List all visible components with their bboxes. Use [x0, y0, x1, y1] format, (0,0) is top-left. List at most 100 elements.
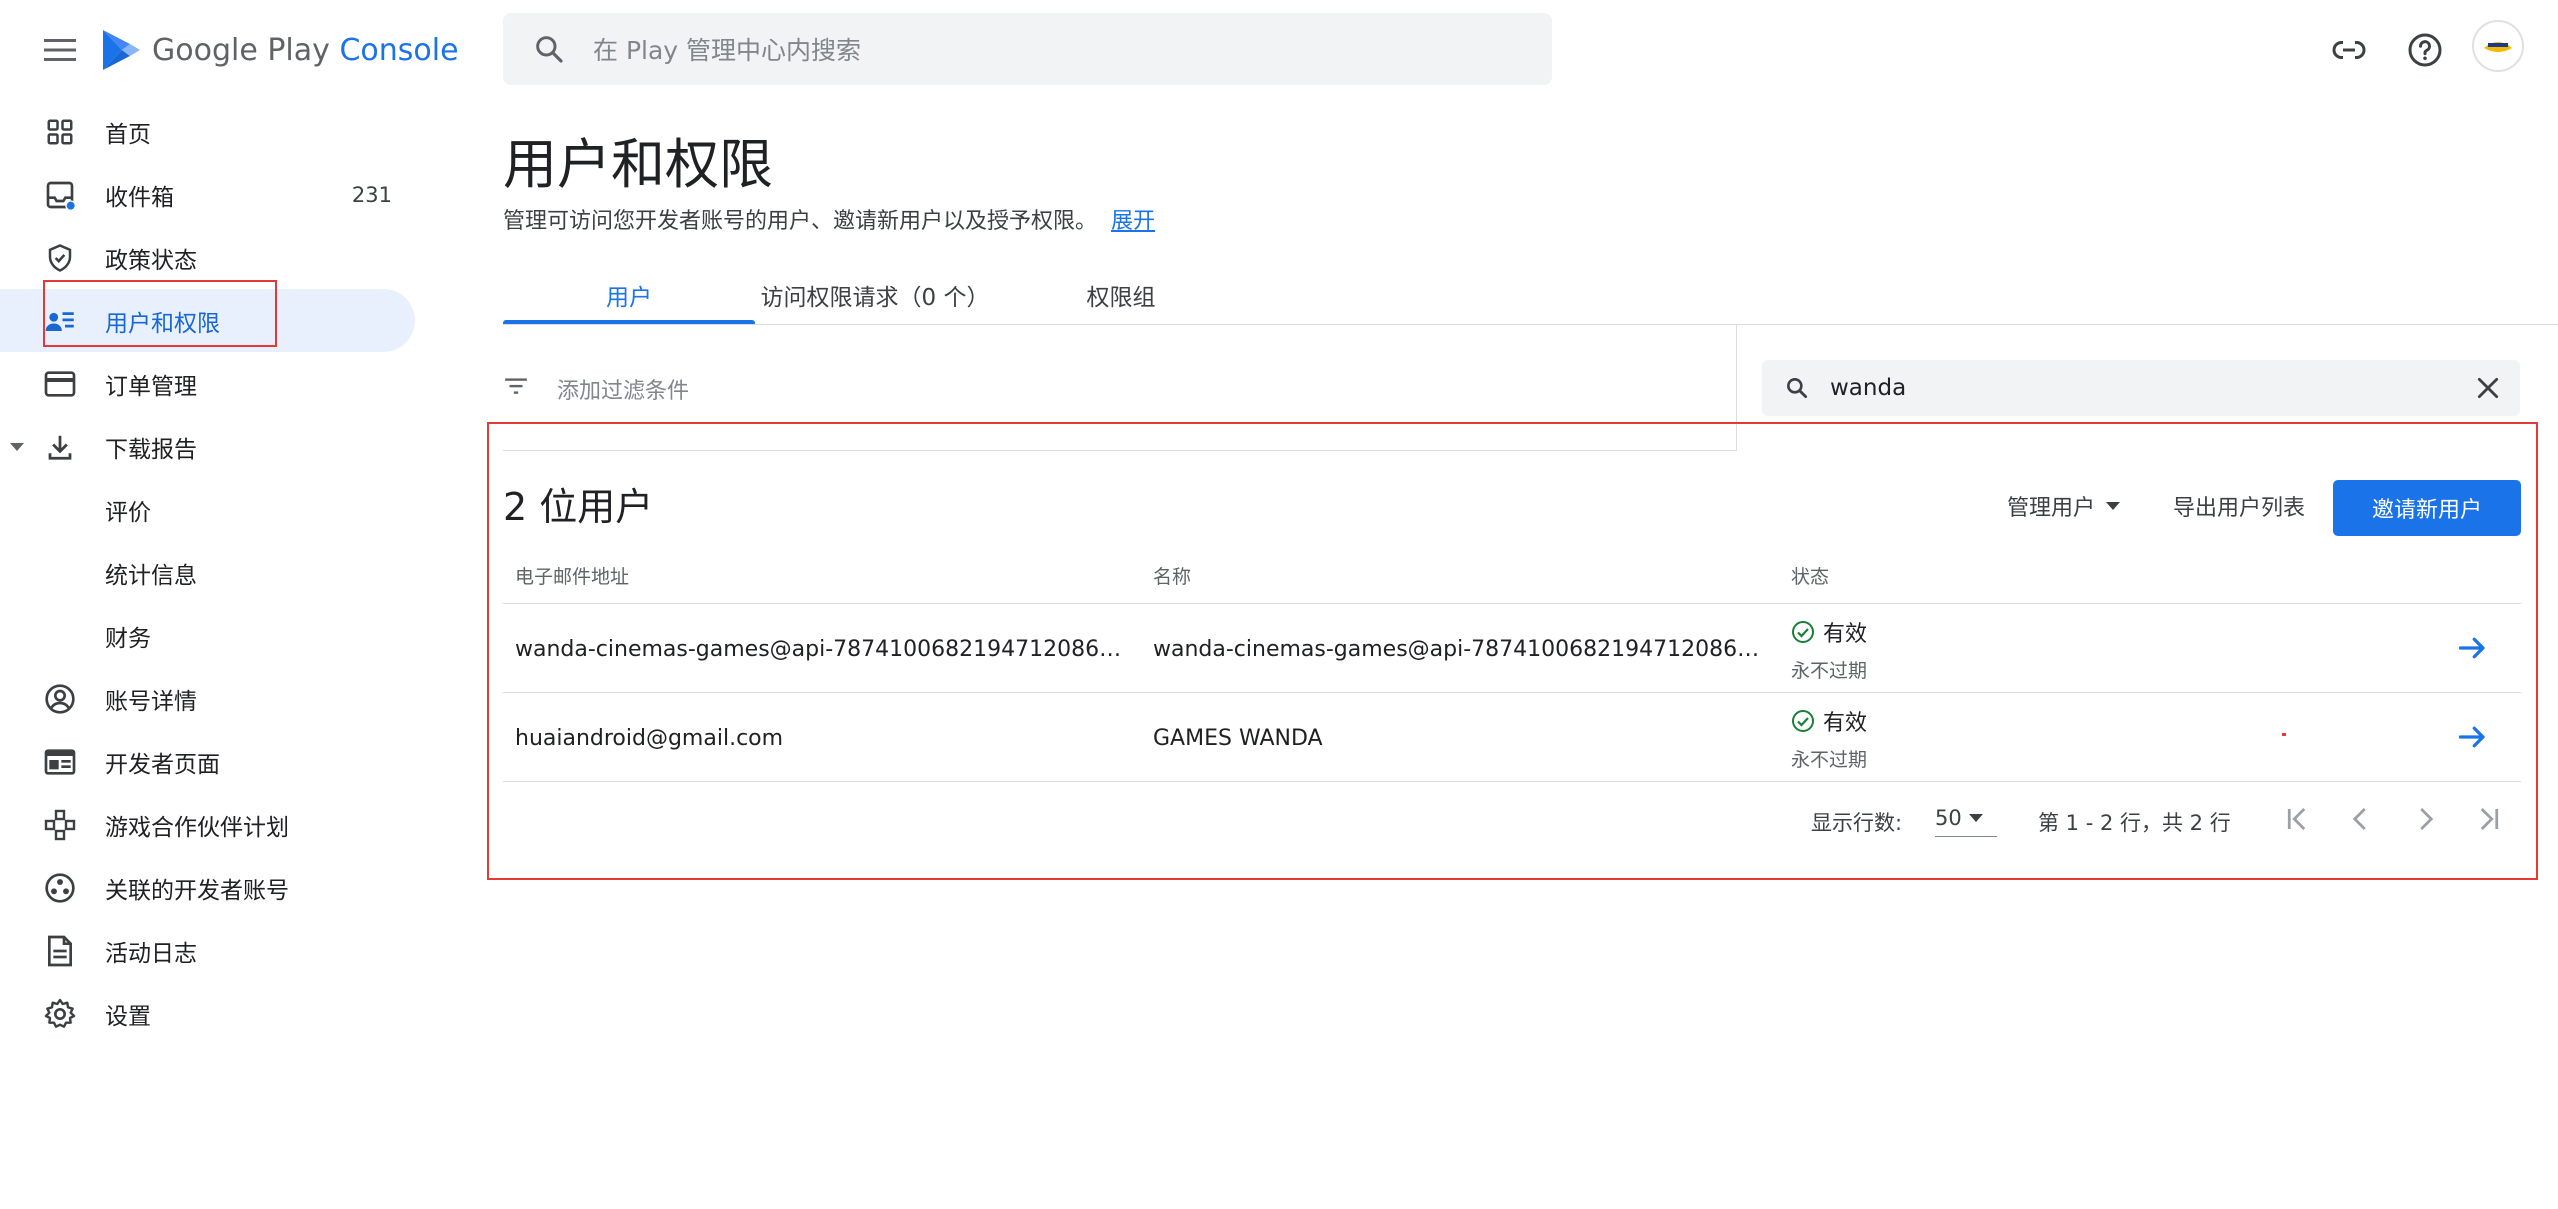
rows-per-page-label: 显示行数: — [1811, 811, 1903, 835]
table-search-field[interactable]: wanda — [1762, 360, 2520, 416]
google-play-console-logo[interactable]: Google Play Console — [100, 22, 459, 78]
help-circle-icon — [2408, 33, 2442, 67]
account-logo-icon — [2480, 28, 2516, 64]
sidebar-item-developer-page[interactable]: 开发者页面 — [0, 730, 420, 793]
logo-text-prefix: Google Play — [152, 32, 330, 68]
sidebar-item-game-partner-program[interactable]: 游戏合作伙伴计划 — [0, 793, 420, 856]
sidebar-item-label: 账号详情 — [105, 688, 197, 715]
manage-users-label: 管理用户 — [2007, 496, 2096, 521]
check-circle-icon — [1792, 710, 1814, 732]
sidebar-item-label: 关联的开发者账号 — [105, 877, 289, 904]
caret-down-icon — [10, 442, 24, 451]
download-icon — [42, 429, 78, 465]
open-user-button[interactable] — [2455, 719, 2491, 755]
pagination: 显示行数: 50 第 1 - 2 行，共 2 行 — [503, 785, 2521, 845]
tab-users[interactable]: 用户 — [503, 265, 755, 325]
caret-down-icon — [2106, 502, 2121, 510]
grid-icon — [42, 114, 78, 150]
arrow-right-icon — [2458, 726, 2485, 748]
sidebar-subitem-reviews[interactable]: 评价 — [0, 478, 420, 541]
sidebar-item-users-permissions[interactable]: 用户和权限 — [0, 289, 415, 352]
last-page-icon — [2480, 808, 2499, 830]
sidebar-item-linked-developer-accounts[interactable]: 关联的开发者账号 — [0, 856, 420, 919]
gear-icon — [42, 996, 78, 1032]
invite-new-user-button[interactable]: 邀请新用户 — [2333, 480, 2521, 536]
next-page-button[interactable] — [2405, 799, 2445, 839]
add-filter-input[interactable]: 添加过滤条件 — [557, 373, 689, 405]
page-description-text: 管理可访问您开发者账号的用户、邀请新用户以及授予权限。 — [503, 209, 1098, 234]
link-icon — [2332, 41, 2366, 59]
sidebar-item-settings[interactable]: 设置 — [0, 982, 420, 1045]
export-users-button[interactable]: 导出用户列表 — [2173, 490, 2305, 522]
clear-search-button[interactable] — [2470, 370, 2506, 406]
user-status: 有效 永不过期 — [1791, 705, 1867, 772]
sidebar-item-label: 统计信息 — [105, 562, 197, 589]
sidebar-item-label: 开发者页面 — [105, 751, 220, 778]
sidebar-item-download-reports[interactable]: 下载报告 — [0, 415, 420, 478]
open-user-button[interactable] — [2455, 630, 2491, 666]
main-menu-button[interactable] — [40, 30, 80, 70]
last-page-button[interactable] — [2468, 799, 2508, 839]
arrow-right-icon — [2458, 637, 2485, 659]
sidebar-item-order-management[interactable]: 订单管理 — [0, 352, 420, 415]
sidebar-item-home[interactable]: 首页 — [0, 100, 420, 163]
user-list-icon — [42, 303, 78, 339]
sidebar-item-label: 政策状态 — [105, 247, 197, 274]
column-header-name[interactable]: 名称 — [1153, 562, 1191, 589]
link-button[interactable] — [2325, 26, 2373, 74]
table-row[interactable]: wanda-cinemas-games@api-7874100682194712… — [503, 604, 2521, 693]
column-header-email[interactable]: 电子邮件地址 — [515, 562, 629, 589]
status-label: 有效 — [1823, 622, 1868, 647]
rows-per-page-select[interactable]: 50 — [1935, 799, 1997, 837]
credit-card-icon — [42, 366, 78, 402]
web-page-icon — [42, 744, 78, 780]
sidebar-item-label: 设置 — [105, 1003, 151, 1030]
global-search-bar[interactable]: 在 Play 管理中心内搜索 — [503, 13, 1552, 85]
first-page-button[interactable] — [2278, 799, 2318, 839]
page-title: 用户和权限 — [503, 133, 773, 196]
logo-text-suffix: Console — [339, 32, 459, 68]
sidebar-item-label: 评价 — [105, 499, 151, 526]
rows-per-page-value: 50 — [1935, 805, 1962, 830]
filter-divider — [1736, 325, 1737, 451]
global-search-input[interactable]: 在 Play 管理中心内搜索 — [593, 31, 861, 67]
status-label: 有效 — [1823, 711, 1868, 736]
user-email: wanda-cinemas-games@api-7874100682194712… — [515, 637, 1125, 662]
close-icon — [2477, 377, 2499, 399]
play-console-logo-icon — [103, 30, 140, 70]
gamepad-icon — [42, 807, 78, 843]
chevron-left-icon — [2352, 808, 2366, 830]
tab-bar: 用户 访问权限请求（0 个） 权限组 — [503, 265, 1247, 325]
table-header: 电子邮件地址 名称 状态 — [503, 550, 2521, 604]
search-icon — [1787, 378, 1808, 399]
help-button[interactable] — [2401, 26, 2449, 74]
filter-icon — [505, 378, 527, 394]
caret-down-icon — [1968, 813, 1983, 822]
search-icon — [536, 36, 563, 63]
tab-permission-groups[interactable]: 权限组 — [995, 265, 1247, 325]
manage-users-dropdown[interactable]: 管理用户 — [2007, 490, 2121, 522]
account-avatar[interactable] — [2472, 20, 2524, 72]
user-name: GAMES WANDA — [1153, 726, 1323, 751]
sidebar-item-policy-status[interactable]: 政策状态 — [0, 226, 420, 289]
sidebar-item-activity-log[interactable]: 活动日志 — [0, 919, 420, 982]
sidebar-item-label: 财务 — [105, 625, 151, 652]
sidebar-nav: 首页 收件箱 231 政策状态 用户和权限 订单管理 下载报告 评价 统计信息 … — [0, 100, 420, 1045]
sidebar-item-account-details[interactable]: 账号详情 — [0, 667, 420, 730]
sidebar-subitem-statistics[interactable]: 统计信息 — [0, 541, 420, 604]
linked-accounts-icon — [42, 870, 78, 906]
table-row[interactable]: huaiandroid@gmail.com GAMES WANDA 有效 永不过… — [503, 693, 2521, 782]
account-circle-icon — [42, 681, 78, 717]
expand-link[interactable]: 展开 — [1111, 209, 1155, 234]
table-search-input[interactable]: wanda — [1830, 375, 1906, 401]
column-header-status[interactable]: 状态 — [1791, 562, 1829, 589]
tab-access-requests[interactable]: 访问权限请求（0 个） — [755, 265, 995, 325]
pagination-range: 第 1 - 2 行，共 2 行 — [2038, 811, 2231, 835]
filter-row: 添加过滤条件 — [503, 325, 1736, 451]
status-expiry: 永不过期 — [1791, 660, 1868, 682]
previous-page-button[interactable] — [2341, 799, 2381, 839]
shield-check-icon — [42, 240, 78, 276]
sidebar-item-inbox[interactable]: 收件箱 231 — [0, 163, 420, 226]
sidebar-subitem-finance[interactable]: 财务 — [0, 604, 420, 667]
sidebar-item-label: 活动日志 — [105, 940, 197, 967]
